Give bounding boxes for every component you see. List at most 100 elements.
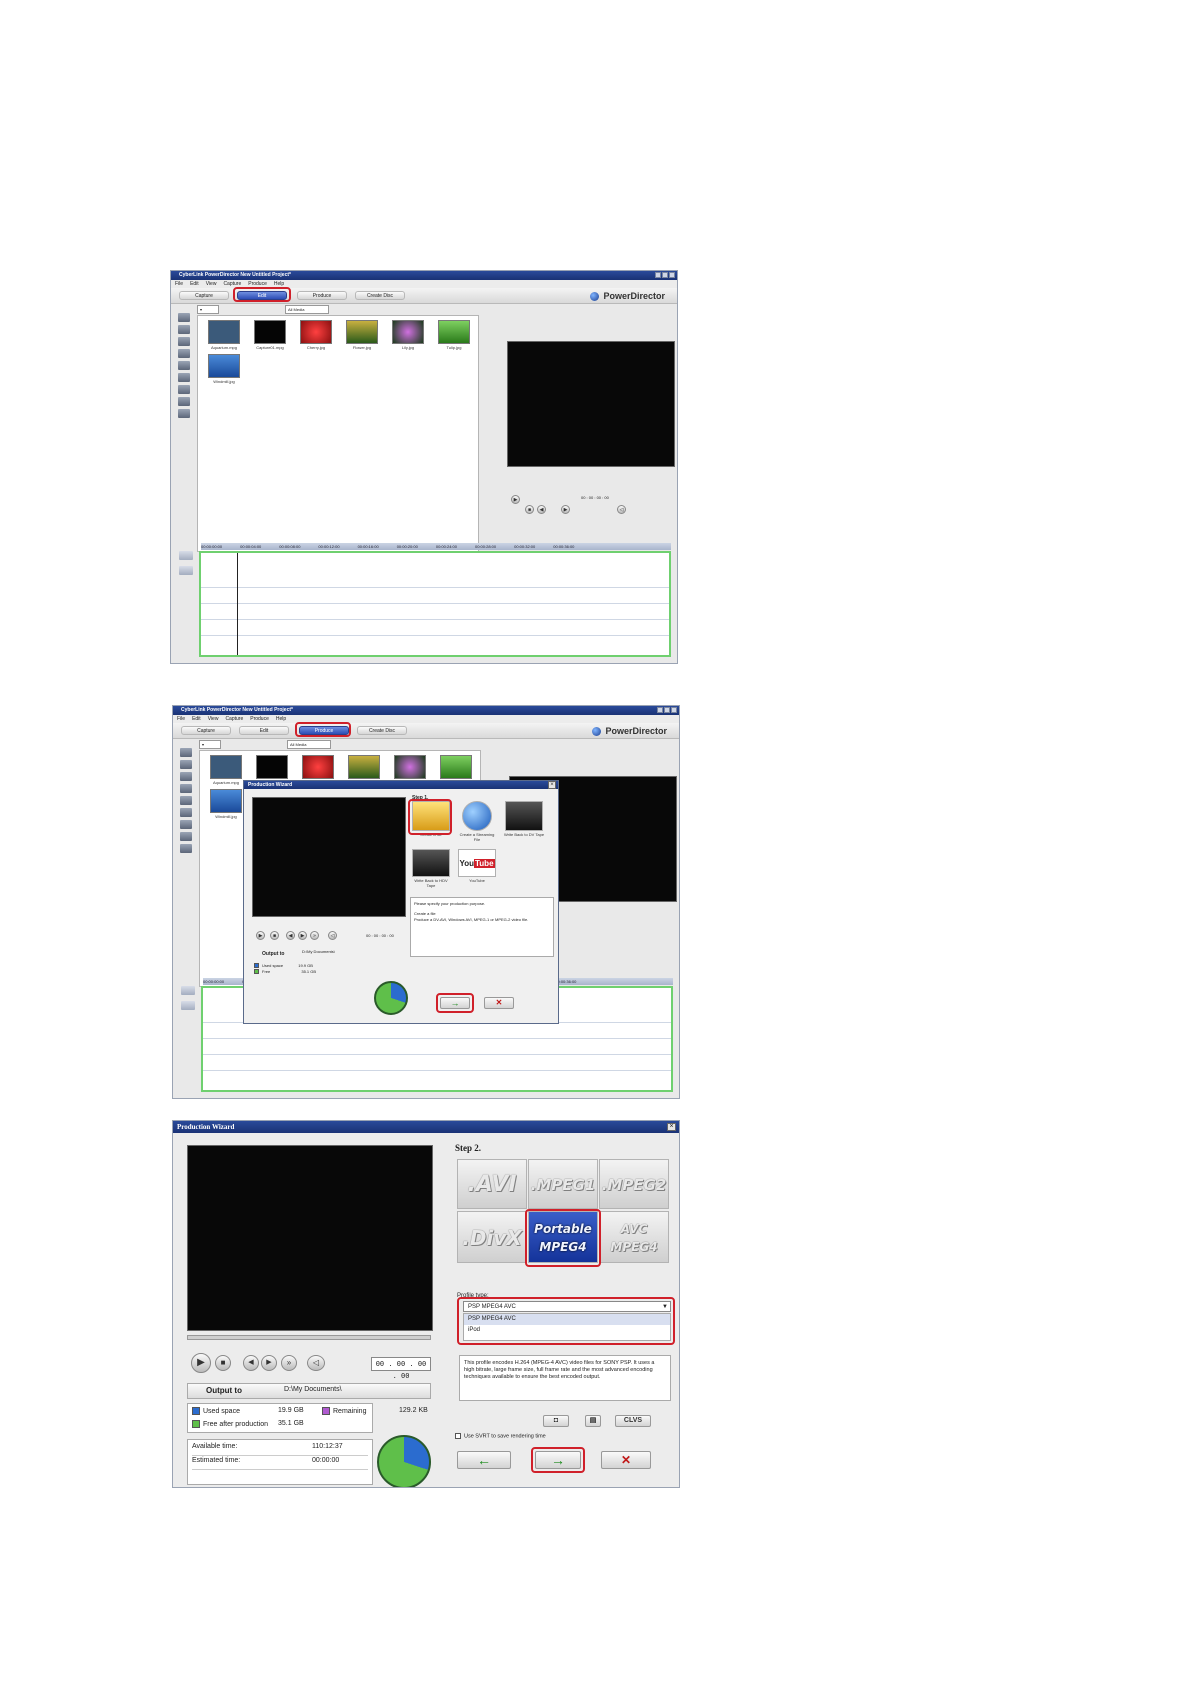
tab-create-disc[interactable]: Create Disc — [355, 291, 405, 300]
delete-icon[interactable] — [181, 986, 195, 995]
tab-create-disc[interactable]: Create Disc — [357, 726, 407, 735]
thumb-capture01 — [256, 755, 288, 779]
title-icon[interactable] — [180, 784, 192, 793]
fast-forward-button[interactable]: » — [281, 1355, 297, 1371]
next-frame-button[interactable]: ▶ — [261, 1355, 277, 1371]
play-button[interactable]: ▶ — [511, 495, 520, 504]
menu-edit[interactable]: Edit — [192, 715, 201, 723]
title-icon[interactable] — [178, 349, 190, 358]
media-item[interactable]: Aquarium.mpg — [208, 320, 240, 350]
format-mpeg2-button[interactable]: .MPEG2 — [599, 1159, 669, 1209]
step-label: Step 2. — [455, 1143, 482, 1153]
wizard-timecode: 00 : 00 : 00 : 00 — [366, 933, 394, 938]
play-button[interactable]: ▶ — [191, 1353, 211, 1373]
media-item[interactable]: Capture01.mpg — [254, 320, 286, 350]
media-item[interactable]: Flower.jpg — [346, 320, 378, 350]
media-filter-dropdown[interactable]: All Media — [287, 739, 331, 749]
media-item[interactable]: Windmill.jpg — [208, 354, 240, 384]
clvs-button[interactable]: CLVS — [615, 1415, 651, 1427]
pip-icon[interactable] — [180, 772, 192, 781]
import-dropdown[interactable]: ▾ — [199, 739, 221, 749]
profile-list-button[interactable]: ▤ — [585, 1415, 601, 1427]
media-filter-dropdown[interactable]: All Media — [285, 304, 329, 314]
tab-produce[interactable]: Produce — [297, 291, 347, 300]
subtitle-icon[interactable] — [180, 844, 192, 853]
audio-mix-icon[interactable] — [178, 373, 190, 382]
audio-mix-icon[interactable] — [181, 1001, 195, 1010]
voice-over-icon[interactable] — [178, 385, 190, 394]
transition-icon[interactable] — [178, 361, 190, 370]
delete-icon[interactable] — [179, 551, 193, 560]
menu-file[interactable]: File — [177, 715, 185, 723]
library-toolbar — [177, 313, 191, 421]
menu-view[interactable]: View — [208, 715, 219, 723]
tab-edit[interactable]: Edit — [239, 726, 289, 735]
transition-icon[interactable] — [180, 796, 192, 805]
media-item[interactable]: Tulip.jpg — [438, 320, 470, 350]
thumb-flower — [348, 755, 380, 779]
stop-button[interactable]: ■ — [270, 931, 279, 940]
disk-usage-pie — [374, 981, 408, 1015]
volume-button[interactable]: ◁ — [328, 931, 337, 940]
svrt-checkbox[interactable] — [455, 1433, 461, 1439]
subtitle-icon[interactable] — [178, 409, 190, 418]
effect-icon[interactable] — [180, 760, 192, 769]
tab-capture[interactable]: Capture — [179, 291, 229, 300]
audio-mix-icon[interactable] — [179, 566, 193, 575]
volume-button[interactable]: ◁ — [617, 505, 626, 514]
prev-frame-button[interactable]: ◀ — [537, 505, 546, 514]
menu-capture[interactable]: Capture — [225, 715, 243, 723]
create-streaming-option[interactable]: Create a Streaming File — [456, 801, 498, 842]
media-library-icon[interactable] — [180, 748, 192, 757]
playhead[interactable] — [237, 553, 238, 655]
play-button[interactable]: ▶ — [256, 931, 265, 940]
media-item[interactable]: Cherry.jpg — [300, 320, 332, 350]
format-avc-mpeg4-button[interactable]: AVC MPEG4 — [599, 1211, 669, 1263]
window-controls[interactable] — [657, 707, 677, 714]
format-mpeg1-button[interactable]: .MPEG1 — [528, 1159, 598, 1209]
close-icon[interactable]: × — [548, 781, 556, 789]
next-frame-button[interactable]: ▶ — [298, 931, 307, 940]
menu-produce[interactable]: Produce — [250, 715, 269, 723]
pip-icon[interactable] — [178, 337, 190, 346]
write-hdv-option[interactable]: Write Back to HDV Tape — [410, 849, 452, 888]
write-dv-option[interactable]: Write Back to DV Tape — [502, 801, 546, 837]
voice-over-icon[interactable] — [180, 820, 192, 829]
menu-file[interactable]: File — [175, 280, 183, 288]
preview-scrubber[interactable] — [187, 1335, 431, 1340]
media-item[interactable]: Aquarium.mpg — [210, 755, 242, 785]
media-item[interactable]: Windmill.jpg — [210, 789, 242, 819]
timeline-area[interactable] — [199, 551, 671, 657]
media-library-icon[interactable] — [178, 313, 190, 322]
format-divx-button[interactable]: .DivX — [457, 1211, 527, 1263]
stop-button[interactable]: ■ — [215, 1355, 231, 1371]
window-controls[interactable] — [655, 272, 675, 279]
media-item[interactable]: Lily.jpg — [392, 320, 424, 350]
tab-capture[interactable]: Capture — [181, 726, 231, 735]
close-icon[interactable]: × — [667, 1123, 676, 1131]
stop-button[interactable]: ■ — [525, 505, 534, 514]
cancel-button[interactable]: ✕ — [484, 997, 514, 1009]
screenshot-produce-step1: CyberLink PowerDirector New Untitled Pro… — [172, 705, 680, 1099]
menu-view[interactable]: View — [206, 280, 217, 288]
format-avi-button[interactable]: .AVI — [457, 1159, 527, 1209]
back-button[interactable]: ← — [457, 1451, 511, 1469]
prev-frame-button[interactable]: ◀ — [286, 931, 295, 940]
profile-settings-button[interactable]: ◘ — [543, 1415, 569, 1427]
youtube-option[interactable]: YouTube YouTube — [456, 849, 498, 883]
audio-mix-icon[interactable] — [180, 808, 192, 817]
cancel-button[interactable]: ✕ — [601, 1451, 651, 1469]
volume-button[interactable]: ◁ — [307, 1355, 325, 1371]
import-dropdown[interactable]: ▾ — [197, 304, 219, 314]
svrt-checkbox-row[interactable]: Use SVRT to save rendering time — [455, 1433, 546, 1439]
next-frame-button[interactable]: ▶ — [561, 505, 570, 514]
menu-help[interactable]: Help — [276, 715, 286, 723]
output-path[interactable]: D:\My Documents\ — [284, 1386, 342, 1393]
effect-icon[interactable] — [178, 325, 190, 334]
prev-frame-button[interactable]: ◀ — [243, 1355, 259, 1371]
chapter-icon[interactable] — [180, 832, 192, 841]
fast-forward-button[interactable]: » — [310, 931, 319, 940]
chapter-icon[interactable] — [178, 397, 190, 406]
menu-edit[interactable]: Edit — [190, 280, 199, 288]
output-path[interactable]: D:\My Documents\ — [302, 949, 335, 954]
